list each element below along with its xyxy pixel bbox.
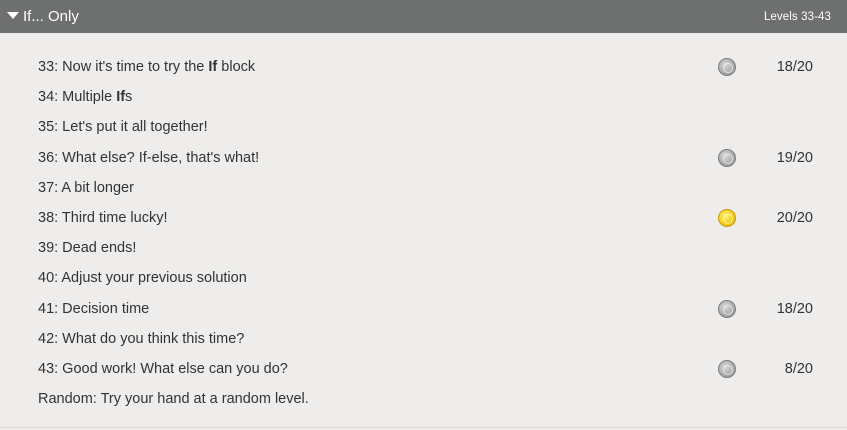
level-row[interactable]: 43: Good work! What else can you do? 8/20 xyxy=(0,354,847,384)
gold-medal-icon xyxy=(718,209,736,228)
silver-medal-icon xyxy=(718,359,736,378)
silver-medal-icon xyxy=(718,299,736,318)
level-label: 38: Third time lucky! xyxy=(38,210,168,227)
level-score: 18/20 xyxy=(776,300,813,317)
level-link[interactable]: 36: What else? If-else, that's what! xyxy=(38,150,259,166)
level-link[interactable]: 42: What do you think this time? xyxy=(38,331,244,347)
level-label: 37: A bit longer xyxy=(38,179,134,196)
level-link[interactable]: Random: Try your hand at a random level. xyxy=(38,391,309,407)
level-score: 18/20 xyxy=(776,59,813,76)
level-row[interactable]: 35: Let's put it all together! xyxy=(0,112,847,142)
level-score: 8/20 xyxy=(784,360,813,377)
level-label: 39: Dead ends! xyxy=(38,240,137,257)
level-link[interactable]: 35: Let's put it all together! xyxy=(38,119,208,135)
level-list: 33: Now it's time to try the If block 18/… xyxy=(0,33,847,414)
level-row[interactable]: 34: Multiple Ifs xyxy=(0,82,847,112)
level-range: Levels 33-43 xyxy=(763,10,831,23)
level-label: 43: Good work! What else can you do? xyxy=(38,360,288,377)
level-link[interactable]: 43: Good work! What else can you do? xyxy=(38,361,288,377)
level-label: 33: Now it's time to try the xyxy=(38,59,209,76)
level-row[interactable]: 33: Now it's time to try the If block 18/… xyxy=(0,52,847,82)
caret-down-icon[interactable] xyxy=(7,12,19,19)
level-row[interactable]: 37: A bit longer xyxy=(0,173,847,203)
level-label: 35: Let's put it all together! xyxy=(38,119,208,136)
level-row[interactable]: 38: Third time lucky! 20/20 xyxy=(0,203,847,233)
level-row[interactable]: 40: Adjust your previous solution xyxy=(0,263,847,293)
divider xyxy=(0,427,847,428)
section-header[interactable]: If... Only Levels 33-43 xyxy=(0,0,847,33)
level-label: Random: Try your hand at a random level. xyxy=(38,391,309,408)
level-label: 41: Decision time xyxy=(38,300,150,317)
level-label: 36: What else? If-else, that's what! xyxy=(38,149,260,166)
silver-medal-icon xyxy=(718,58,736,77)
level-link[interactable]: 34: Multiple Ifs xyxy=(38,89,132,105)
silver-medal-icon xyxy=(718,148,736,167)
level-row[interactable]: 42: What do you think this time? xyxy=(0,324,847,354)
level-label: 42: What do you think this time? xyxy=(38,330,245,347)
level-label: 34: Multiple xyxy=(38,89,117,106)
level-link[interactable]: 37: A bit longer xyxy=(38,180,134,196)
level-score: 20/20 xyxy=(776,210,813,227)
level-row[interactable]: 36: What else? If-else, that's what! 19/2… xyxy=(0,143,847,173)
level-link[interactable]: 38: Third time lucky! xyxy=(38,210,167,226)
level-label-bold: If xyxy=(208,59,218,76)
section-title: If... Only xyxy=(23,8,79,25)
level-label: 40: Adjust your previous solution xyxy=(38,270,247,287)
level-link[interactable]: 33: Now it's time to try the If block xyxy=(38,59,255,75)
level-link[interactable]: 40: Adjust your previous solution xyxy=(38,270,247,286)
level-row[interactable]: Random: Try your hand at a random level. xyxy=(0,384,847,414)
level-score: 19/20 xyxy=(776,149,813,166)
level-row[interactable]: 41: Decision time 18/20 xyxy=(0,294,847,324)
level-label-suffix: block xyxy=(217,59,256,76)
level-label-bold: If xyxy=(116,89,126,106)
level-row[interactable]: 39: Dead ends! xyxy=(0,233,847,263)
level-link[interactable]: 41: Decision time xyxy=(38,301,149,317)
level-label-suffix: s xyxy=(125,89,133,106)
section-toggle[interactable]: If... Only xyxy=(7,8,79,25)
level-link[interactable]: 39: Dead ends! xyxy=(38,240,136,256)
